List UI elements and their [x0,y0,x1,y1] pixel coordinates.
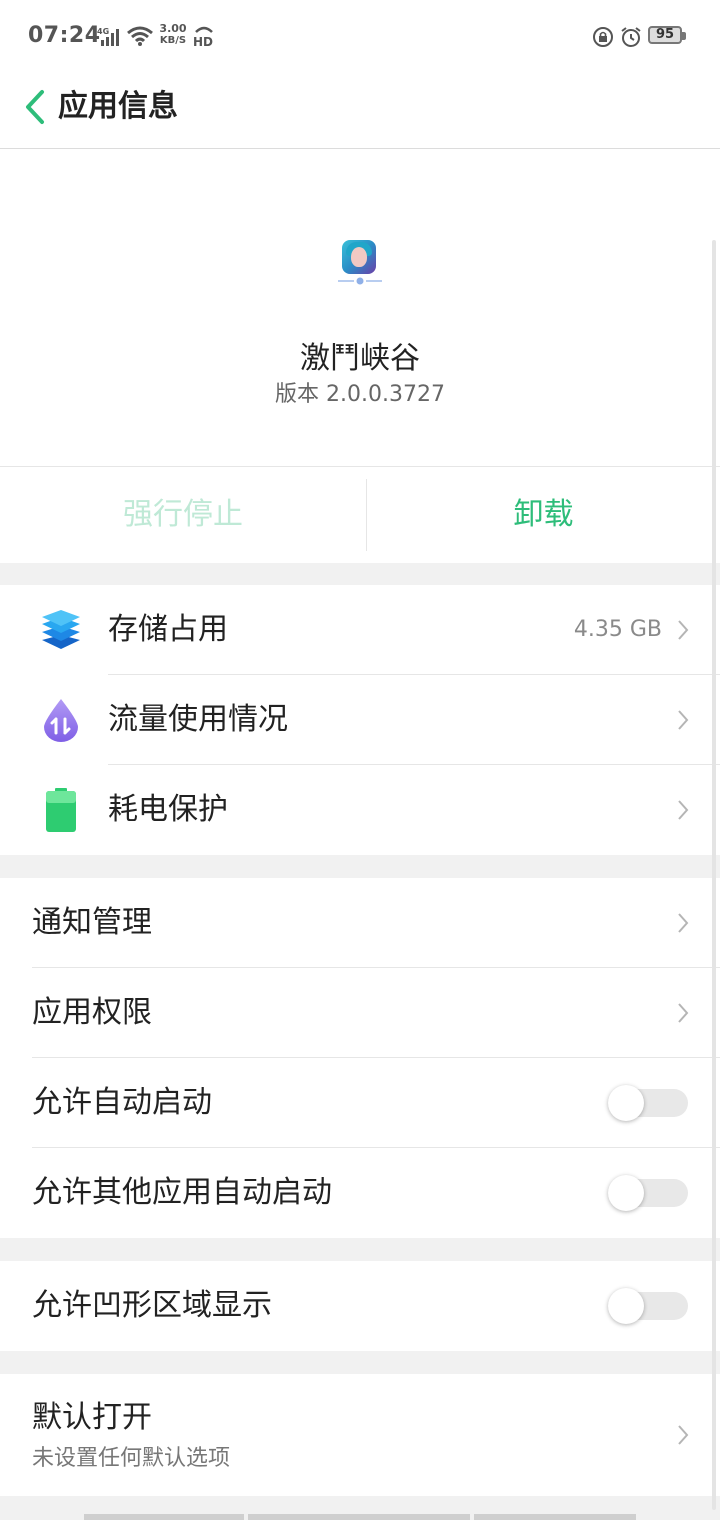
status-time: 07:24 [28,23,101,48]
app-name: 激鬥峡谷 [300,341,420,376]
notch-display-label: 允许凹形区域显示 [32,1288,272,1323]
app-bar: 应用信息 [0,76,720,149]
bottom-nav-hint [84,1514,636,1520]
other-auto-start-label: 允许其他应用自动启动 [32,1175,332,1210]
page-title: 应用信息 [58,89,178,124]
force-stop-button[interactable]: 强行停止 [0,467,366,563]
display-group: 允许凹形区域显示 [0,1261,720,1351]
app-icon [342,240,376,274]
app-icon-badge [338,277,382,285]
notch-display-row: 允许凹形区域显示 [0,1261,720,1351]
battery-level: 95 [655,27,675,42]
status-bar: 07:24 4G 3.00 KB/S HD 95 [0,0,720,76]
chevron-right-icon [678,800,689,820]
auto-start-label: 允许自动启动 [32,1085,212,1120]
storage-value: 4.35 GB [573,617,662,642]
storage-row[interactable]: 存储占用 4.35 GB [0,585,720,675]
app-version: 版本 2.0.0.3727 [275,382,445,407]
app-permissions-row[interactable]: 应用权限 [0,968,720,1058]
auto-start-row: 允许自动启动 [0,1058,720,1148]
network-speed: 3.00 KB/S [158,23,188,47]
battery-protection-label: 耗电保护 [108,792,228,827]
auto-start-toggle[interactable] [608,1085,688,1121]
app-permissions-label: 应用权限 [32,995,152,1030]
app-actions: 强行停止 卸载 [0,466,720,563]
back-arrow-icon[interactable] [18,82,54,132]
notch-display-toggle[interactable] [608,1288,688,1324]
chevron-right-icon [678,1003,689,1023]
chevron-right-icon [678,620,689,640]
notification-management-row[interactable]: 通知管理 [0,878,720,968]
defaults-group: 默认打开 未设置任何默认选项 [0,1374,720,1496]
chevron-right-icon [678,710,689,730]
data-usage-icon [44,699,78,742]
hd-label: HD [193,35,213,48]
speed-unit: KB/S [159,35,187,46]
storage-label: 存储占用 [108,612,228,647]
alarm-icon [621,27,641,47]
data-usage-label: 流量使用情况 [108,702,288,737]
app-info-card: 激鬥峡谷 版本 2.0.0.3727 [0,149,720,466]
data-usage-row[interactable]: 流量使用情况 [0,675,720,765]
other-auto-start-row: 允许其他应用自动启动 [0,1148,720,1238]
chevron-right-icon [678,913,689,933]
usage-group: 存储占用 4.35 GB 流量使用情况 耗电保护 [0,585,720,855]
cellular-signal-icon: 4G [97,27,119,46]
chevron-right-icon [678,1425,689,1445]
storage-stack-icon [42,610,80,649]
permissions-group: 通知管理 应用权限 允许自动启动 允许其他应用自动启动 [0,878,720,1238]
open-by-default-row[interactable]: 默认打开 未设置任何默认选项 [0,1374,720,1496]
hd-voice-icon: HD [193,26,213,48]
scrollbar[interactable] [712,240,716,1510]
other-auto-start-toggle[interactable] [608,1175,688,1211]
notification-management-label: 通知管理 [32,905,152,940]
uninstall-button[interactable]: 卸载 [367,467,720,563]
speed-value: 3.00 [159,22,187,35]
battery-icon: 95 [648,26,690,46]
wifi-icon [127,26,153,46]
open-by-default-subtitle: 未设置任何默认选项 [32,1446,231,1471]
battery-protection-row[interactable]: 耗电保护 [0,765,720,855]
network-type: 4G [97,27,109,36]
rotation-lock-icon [593,27,613,47]
battery-icon [46,788,76,832]
